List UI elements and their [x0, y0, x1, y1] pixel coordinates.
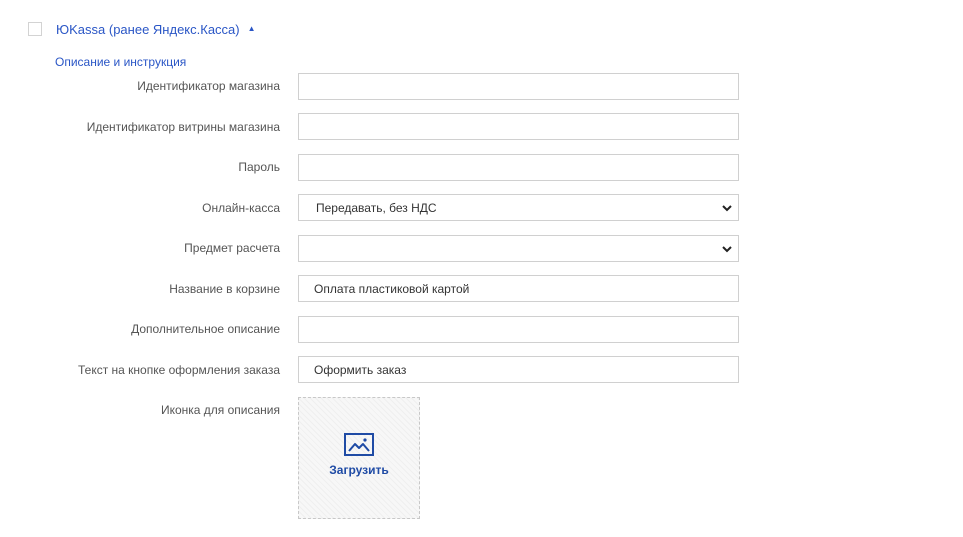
showcase-id-label: Идентификатор витрины магазина [86, 120, 280, 134]
module-title[interactable]: ЮKassa (ранее Яндекс.Касса) [56, 22, 240, 37]
payment-subject-select[interactable] [298, 235, 739, 262]
password-label: Пароль [238, 160, 280, 174]
cart-name-input[interactable] [298, 275, 739, 302]
checkout-button-text-input[interactable] [298, 356, 739, 383]
caret-up-icon[interactable]: ▲ [248, 24, 256, 33]
upload-button-label: Загрузить [329, 463, 389, 477]
module-header: ЮKassa (ранее Яндекс.Касса) ▲ [28, 21, 256, 37]
payment-subject-label: Предмет расчета [184, 241, 280, 255]
description-link[interactable]: Описание и инструкция [55, 55, 186, 69]
password-input[interactable] [298, 154, 739, 181]
shop-id-label: Идентификатор магазина [137, 79, 280, 93]
image-icon [344, 433, 374, 456]
shop-id-input[interactable] [298, 73, 739, 100]
icon-upload-dropzone[interactable]: Загрузить [298, 397, 420, 519]
cart-name-label: Название в корзине [169, 282, 280, 296]
module-enable-checkbox[interactable] [28, 22, 42, 36]
showcase-id-input[interactable] [298, 113, 739, 140]
description-icon-label: Иконка для описания [160, 403, 280, 417]
extra-description-label: Дополнительное описание [131, 322, 280, 336]
payment-settings-page: ЮKassa (ранее Яндекс.Касса) ▲ Описание и… [0, 0, 963, 537]
online-cashbox-label: Онлайн-касса [202, 201, 280, 215]
checkout-button-text-label: Текст на кнопке оформления заказа [77, 363, 280, 377]
online-cashbox-select[interactable]: Передавать, без НДС [298, 194, 739, 221]
extra-description-input[interactable] [298, 316, 739, 343]
